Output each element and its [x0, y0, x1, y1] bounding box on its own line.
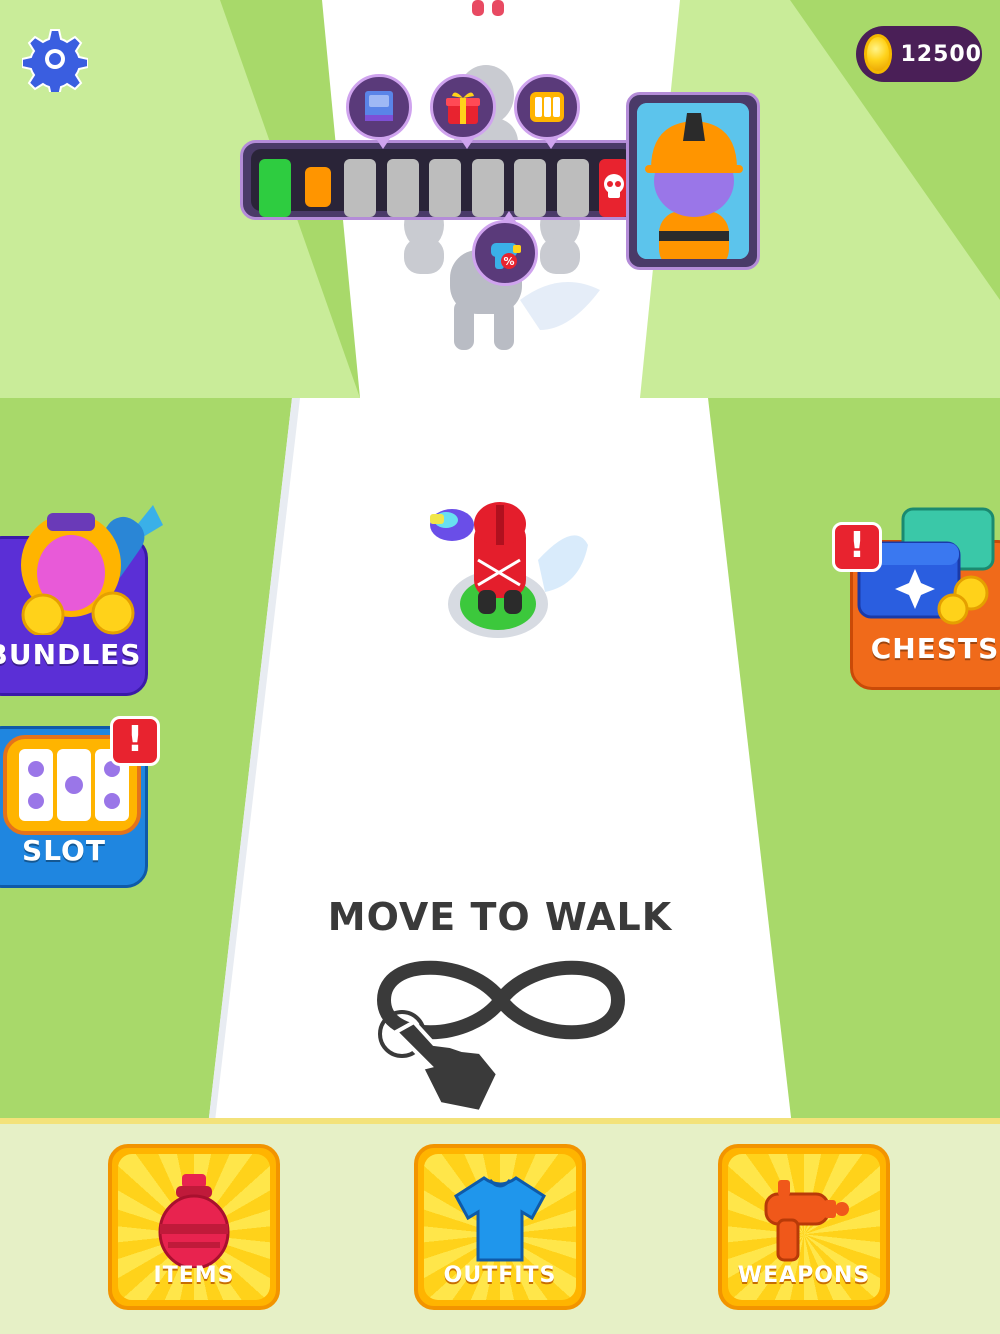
reward-gift[interactable]	[430, 74, 496, 149]
move-hint-text: MOVE TO WALK	[327, 895, 673, 939]
outfits-tab-button[interactable]: OUTFITS	[414, 1144, 586, 1310]
progress-segment-locked	[556, 159, 589, 217]
progress-segment-current	[304, 167, 331, 207]
coin-counter: 12500	[856, 26, 982, 82]
items-label: ITEMS	[153, 1263, 235, 1288]
reward-weapon-discount[interactable]: %	[472, 211, 538, 286]
progress-segment-locked	[471, 159, 504, 217]
slot-alert-badge: !	[110, 716, 160, 766]
skull-icon	[604, 174, 624, 198]
svg-text:%: %	[503, 255, 514, 268]
infinity-swipe-icon	[377, 960, 625, 1115]
gift-icon	[446, 92, 480, 124]
reward-slot[interactable]	[514, 74, 580, 149]
chests-alert-badge: !	[832, 522, 882, 572]
progress-segment-locked	[514, 159, 546, 217]
bundle-helmet-icon	[21, 505, 163, 635]
boss-card[interactable]	[626, 92, 760, 270]
shirt-icon	[454, 1176, 546, 1262]
outfits-label: OUTFITS	[443, 1263, 557, 1288]
coin-amount: 12500	[900, 41, 982, 67]
slot-icon	[530, 92, 564, 122]
items-tab-button[interactable]: ITEMS	[108, 1144, 280, 1310]
progress-segment-locked	[386, 159, 419, 217]
grenade-icon	[158, 1174, 230, 1268]
boss-avatar	[637, 103, 749, 259]
slot-label: SLOT	[22, 834, 106, 867]
weapons-tab-button[interactable]: WEAPONS	[718, 1144, 890, 1310]
book-icon	[365, 91, 393, 121]
progress-segment-boss	[599, 159, 629, 217]
level-progress-bar	[240, 140, 644, 220]
weapon-discount-icon: %	[491, 243, 521, 269]
progress-segment-locked	[429, 159, 461, 217]
bundles-button[interactable]: BUNDLES	[0, 505, 163, 696]
chests-label: CHESTS	[870, 632, 1000, 665]
gear-icon	[21, 29, 89, 97]
progress-segment-complete	[259, 159, 291, 217]
ray-gun-icon	[764, 1180, 849, 1262]
weapons-label: WEAPONS	[737, 1263, 871, 1288]
bundles-label: BUNDLES	[0, 638, 142, 671]
coin-icon	[864, 34, 893, 74]
reward-book[interactable]	[346, 74, 412, 149]
progress-segment-locked	[344, 159, 376, 217]
settings-button[interactable]	[21, 26, 89, 97]
